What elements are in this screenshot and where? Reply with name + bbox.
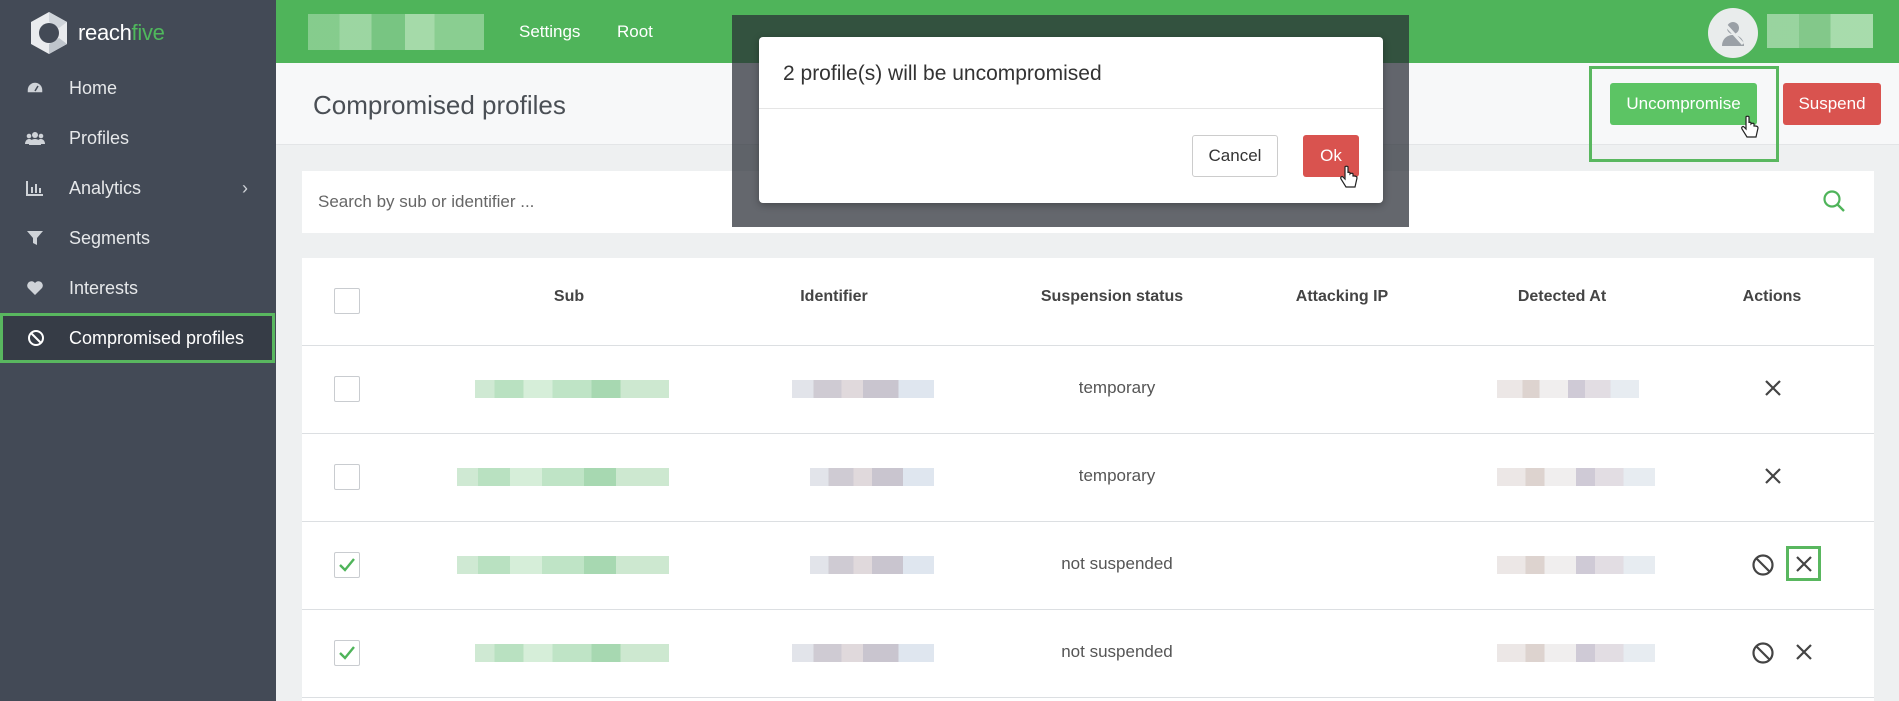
compromised-profiles-table: Sub Identifier Suspension status Attacki…	[302, 258, 1874, 701]
column-header-suspension-status[interactable]: Suspension status	[1002, 288, 1222, 306]
user-avatar-icon	[1721, 20, 1745, 46]
search-icon[interactable]	[1822, 189, 1846, 218]
suspension-status: not suspended	[1061, 554, 1173, 573]
row-checkbox[interactable]	[334, 464, 360, 490]
table-header: Sub Identifier Suspension status Attacki…	[302, 258, 1874, 346]
suspend-ban-icon[interactable]	[1750, 552, 1776, 578]
page-title: Compromised profiles	[313, 90, 566, 120]
remove-icon[interactable]	[1786, 546, 1821, 581]
table-row: not suspended	[302, 522, 1874, 610]
users-icon	[25, 128, 45, 148]
sidebar-item-profiles[interactable]: Profiles	[0, 113, 276, 163]
sidebar-item-analytics[interactable]: Analytics ›	[0, 163, 276, 213]
sidebar-item-label: Compromised profiles	[69, 327, 245, 348]
sidebar-item-label: Profiles	[69, 127, 130, 148]
topbar-link-settings[interactable]: Settings	[519, 22, 580, 42]
hand-cursor-icon	[1340, 165, 1358, 188]
identifier-value-redacted	[792, 380, 934, 398]
checkmark-icon	[339, 646, 355, 660]
dialog-divider	[759, 108, 1383, 109]
checkmark-icon	[339, 558, 355, 572]
sidebar-item-segments[interactable]: Segments	[0, 213, 276, 263]
detected-at-redacted	[1497, 644, 1655, 662]
table-row: temporary	[302, 434, 1874, 522]
row-checkbox[interactable]	[334, 640, 360, 666]
sub-value-redacted	[457, 468, 669, 486]
sidebar-item-home[interactable]: Home	[0, 63, 276, 113]
topbar-link-root[interactable]: Root	[617, 22, 653, 42]
remove-icon[interactable]	[1792, 640, 1816, 664]
username-redacted[interactable]	[1767, 14, 1873, 48]
remove-icon[interactable]	[1761, 464, 1785, 488]
heart-icon	[25, 278, 45, 298]
select-all-checkbox[interactable]	[334, 288, 360, 314]
dialog-message: 2 profile(s) will be uncompromised	[783, 62, 1102, 85]
column-header-actions: Actions	[1742, 288, 1802, 305]
sidebar-item-interests[interactable]: Interests	[0, 263, 276, 313]
sidebar-nav: Home Profiles Analytics › Segments Inter…	[0, 63, 276, 363]
reachfive-logo-icon	[26, 10, 72, 56]
table-row: temporary	[302, 346, 1874, 434]
sub-value-redacted	[475, 644, 669, 662]
column-header-sub[interactable]: Sub	[519, 288, 619, 306]
bar-chart-icon	[25, 178, 45, 198]
identifier-value-redacted	[810, 556, 934, 574]
chevron-right-icon: ›	[242, 177, 248, 198]
sidebar-item-label: Interests	[69, 277, 139, 298]
column-header-detected-at[interactable]: Detected At	[1482, 288, 1642, 306]
detected-at-redacted	[1497, 556, 1655, 574]
column-header-identifier[interactable]: Identifier	[764, 288, 904, 306]
column-header-attacking-ip[interactable]: Attacking IP	[1252, 288, 1432, 306]
suspend-button[interactable]: Suspend	[1783, 83, 1881, 125]
row-checkbox[interactable]	[334, 552, 360, 578]
remove-icon[interactable]	[1761, 376, 1785, 400]
suspend-ban-icon[interactable]	[1750, 640, 1776, 666]
confirm-dialog: 2 profile(s) will be uncompromised Cance…	[759, 37, 1383, 203]
detected-at-redacted	[1497, 380, 1639, 398]
organization-name-redacted[interactable]	[308, 14, 484, 50]
suspension-status: temporary	[1078, 466, 1156, 485]
dashboard-icon	[25, 78, 45, 98]
avatar[interactable]	[1708, 8, 1758, 58]
uncompromise-button[interactable]: Uncompromise	[1610, 83, 1757, 125]
hand-cursor-icon	[1741, 115, 1759, 138]
cancel-button[interactable]: Cancel	[1192, 135, 1278, 177]
sidebar-item-compromised-profiles[interactable]: Compromised profiles	[0, 313, 275, 363]
row-checkbox[interactable]	[334, 376, 360, 402]
sidebar-item-label: Segments	[69, 227, 151, 248]
logo-text: reachfive	[78, 20, 165, 45]
sub-value-redacted	[457, 556, 669, 574]
sub-value-redacted	[475, 380, 669, 398]
filter-icon	[25, 228, 45, 248]
sidebar-item-label: Home	[69, 77, 118, 98]
detected-at-redacted	[1497, 468, 1655, 486]
suspension-status: not suspended	[1061, 642, 1173, 661]
sidebar-item-label: Analytics	[69, 177, 142, 198]
suspension-status: temporary	[1078, 378, 1156, 397]
sidebar: reachfive Home Profiles Analytics › Segm…	[0, 0, 276, 701]
ban-icon	[26, 328, 46, 348]
identifier-value-redacted	[792, 644, 934, 662]
identifier-value-redacted	[810, 468, 934, 486]
logo[interactable]: reachfive	[26, 8, 165, 58]
table-row: not suspended	[302, 610, 1874, 698]
